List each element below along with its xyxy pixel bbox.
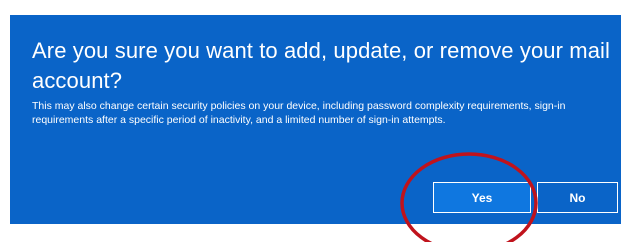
dialog-message: This may also change certain security po…	[32, 100, 566, 126]
account-confirmation-dialog: Are you sure you want to add, update, or…	[10, 15, 621, 224]
yes-button[interactable]: Yes	[433, 182, 531, 213]
dialog-title: Are you sure you want to add, update, or…	[32, 38, 611, 93]
screenshot-frame: Are you sure you want to add, update, or…	[0, 0, 630, 242]
no-button[interactable]: No	[537, 182, 618, 213]
